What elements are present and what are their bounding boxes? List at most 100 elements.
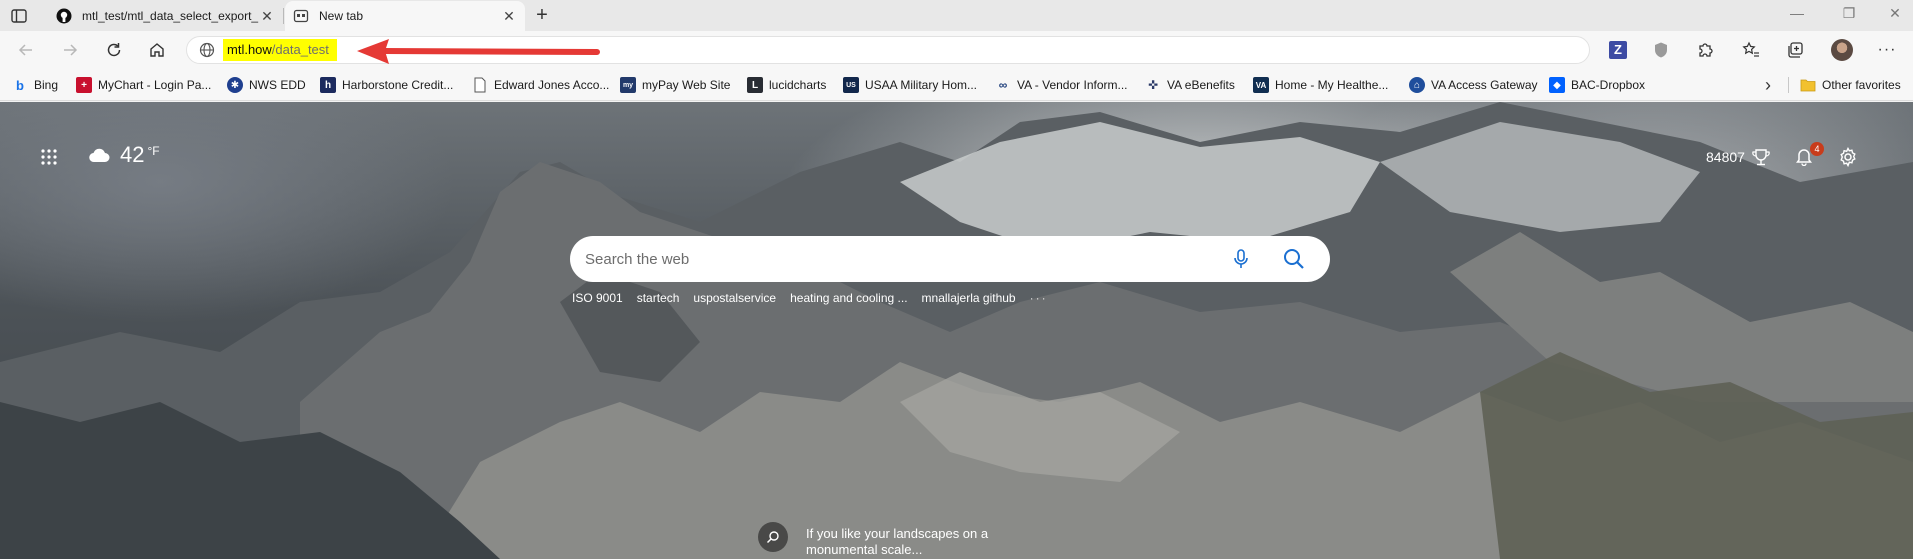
- favorite-label: NWS EDD: [249, 78, 306, 92]
- trending-item[interactable]: heating and cooling ...: [790, 291, 907, 305]
- trending-item[interactable]: mnallajerla github: [922, 291, 1016, 305]
- annotation-arrow: [357, 39, 600, 64]
- toolbar: mtl.how/data_test Z ···: [0, 31, 1913, 69]
- weather-widget[interactable]: 42 °F: [88, 142, 160, 168]
- bing-icon: b: [16, 77, 24, 93]
- other-favorites-folder[interactable]: Other favorites: [1800, 76, 1901, 94]
- page-settings-button[interactable]: [1838, 146, 1858, 168]
- favorite-lucidcharts[interactable]: L lucidcharts: [747, 76, 826, 94]
- favorite-harborstone[interactable]: h Harborstone Credit...: [320, 76, 453, 94]
- tab-title: mtl_test/mtl_data_select_export_: [82, 9, 259, 23]
- trending-item[interactable]: uspostalservice: [693, 291, 776, 305]
- favorite-label: USAA Military Hom...: [865, 78, 978, 92]
- close-icon[interactable]: ✕: [259, 8, 275, 24]
- trophy-icon: [1752, 149, 1770, 166]
- trending-more-button[interactable]: ···: [1030, 291, 1048, 305]
- url-path: /data_test: [271, 42, 329, 57]
- url-text[interactable]: mtl.how/data_test: [223, 39, 337, 61]
- globe-icon: [199, 42, 215, 58]
- back-button[interactable]: [12, 37, 40, 63]
- magnifier-icon: [766, 531, 779, 544]
- favorite-usaa[interactable]: US USAA Military Hom...: [843, 76, 977, 94]
- collections-button[interactable]: [1784, 39, 1806, 61]
- tab-github[interactable]: mtl_test/mtl_data_select_export_ ✕: [48, 1, 283, 31]
- va-icon: VA: [1253, 77, 1269, 93]
- usaa-icon: US: [843, 77, 859, 93]
- harborstone-icon: h: [320, 77, 336, 93]
- tab-new-tab[interactable]: New tab ✕: [285, 1, 525, 31]
- close-window-button[interactable]: ✕: [1872, 5, 1913, 25]
- va-vendor-icon: ∞: [998, 78, 1008, 92]
- refresh-icon: [107, 43, 121, 57]
- puzzle-icon: [1699, 43, 1713, 57]
- collections-icon: [1788, 42, 1803, 58]
- favorite-label: BAC-Dropbox: [1571, 78, 1646, 92]
- image-caption[interactable]: If you like your landscapes on a monumen…: [806, 526, 1026, 558]
- favorite-label: Edward Jones Acco...: [494, 78, 610, 92]
- gateway-icon: ⌂: [1409, 77, 1425, 93]
- favorites-button[interactable]: [1740, 39, 1762, 61]
- favorite-mypay[interactable]: my myPay Web Site: [620, 76, 730, 94]
- image-info-button[interactable]: [758, 522, 788, 552]
- document-icon: [472, 77, 488, 93]
- favorite-label: lucidcharts: [769, 78, 827, 92]
- favorites-divider: [1788, 77, 1789, 93]
- forward-button[interactable]: [56, 37, 84, 63]
- tab-actions-icon[interactable]: [10, 7, 28, 25]
- grid-icon: [41, 149, 57, 165]
- trending-item[interactable]: startech: [637, 291, 680, 305]
- favorite-va-vendor[interactable]: ∞ VA - Vendor Inform...: [995, 76, 1128, 94]
- favorite-label: VA - Vendor Inform...: [1017, 78, 1128, 92]
- favorite-nws-edd[interactable]: ✱ NWS EDD: [227, 76, 306, 94]
- shield-extension-icon: [1655, 42, 1667, 58]
- settings-more-button[interactable]: ···: [1876, 39, 1898, 61]
- github-icon: [56, 8, 72, 24]
- favorite-edward-jones[interactable]: Edward Jones Acco...: [472, 76, 609, 94]
- minimize-button[interactable]: —: [1774, 5, 1820, 25]
- favorite-mychart[interactable]: + MyChart - Login Pa...: [76, 76, 211, 94]
- rewards-points: 84807: [1706, 149, 1745, 165]
- favorite-bing[interactable]: b Bing: [12, 76, 58, 94]
- folder-icon: [1800, 77, 1816, 93]
- notifications-badge: 4: [1810, 142, 1824, 156]
- favorite-va-access-gateway[interactable]: ⌂ VA Access Gateway: [1409, 76, 1538, 94]
- more-icon: ···: [1877, 41, 1897, 58]
- favorite-label: myPay Web Site: [642, 78, 731, 92]
- forward-arrow-icon: [64, 44, 78, 56]
- zotero-extension-button[interactable]: Z: [1607, 39, 1629, 61]
- favorite-my-healthevet[interactable]: VA Home - My Healthe...: [1253, 76, 1388, 94]
- home-button[interactable]: [143, 37, 171, 63]
- app-launcher-button[interactable]: [40, 148, 58, 171]
- rewards-widget[interactable]: 84807: [1706, 148, 1771, 166]
- extension-button[interactable]: [1650, 39, 1672, 61]
- gear-icon: [1840, 146, 1856, 168]
- lucid-icon: L: [747, 77, 763, 93]
- favorite-va-ebenefits[interactable]: ✜ VA eBenefits: [1145, 76, 1235, 94]
- search-input[interactable]: [585, 248, 1205, 270]
- trending-item[interactable]: ISO 9001: [572, 291, 623, 305]
- restore-button[interactable]: ❐: [1826, 5, 1872, 25]
- ebenefits-icon: ✜: [1147, 78, 1159, 92]
- tab-strip: mtl_test/mtl_data_select_export_ ✕ New t…: [0, 0, 1913, 31]
- microphone-icon[interactable]: [1230, 248, 1252, 270]
- close-icon[interactable]: ✕: [501, 8, 517, 24]
- search-icon[interactable]: [1282, 247, 1306, 271]
- favorite-bac-dropbox[interactable]: ◆ BAC-Dropbox: [1549, 76, 1645, 94]
- back-arrow-icon: [18, 44, 32, 56]
- cloud-icon: [89, 148, 110, 163]
- trending-searches: ISO 9001 startech uspostalservice heatin…: [572, 290, 1048, 306]
- zotero-icon: Z: [1609, 41, 1627, 59]
- mountain-background: [0, 102, 1913, 559]
- favorite-label: Harborstone Credit...: [342, 78, 454, 92]
- new-tab-button[interactable]: +: [530, 5, 554, 27]
- favorites-overflow-chevron-icon[interactable]: ›: [1765, 75, 1771, 95]
- tab-title: New tab: [319, 9, 364, 23]
- url-host: mtl.how: [227, 42, 272, 57]
- favorite-label: Home - My Healthe...: [1275, 78, 1389, 92]
- profile-button[interactable]: [1831, 39, 1853, 61]
- refresh-button[interactable]: [100, 37, 128, 63]
- arrow-head: [357, 39, 389, 64]
- extensions-button[interactable]: [1694, 39, 1716, 61]
- home-icon: [150, 43, 164, 57]
- avatar: [1831, 39, 1853, 61]
